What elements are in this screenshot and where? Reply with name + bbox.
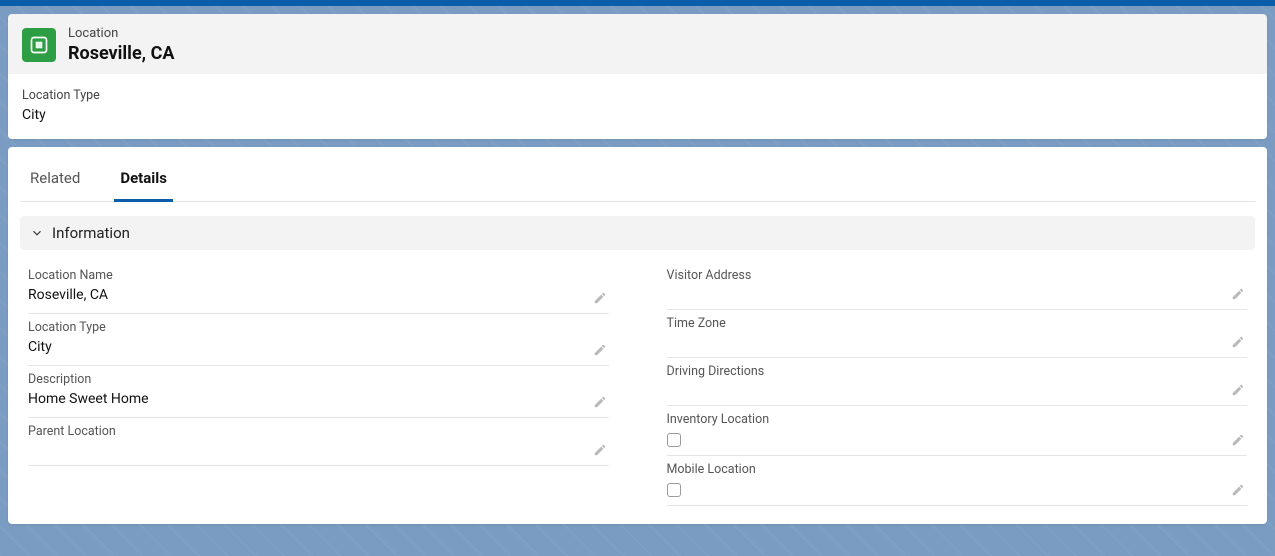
pencil-icon[interactable] (593, 395, 607, 409)
highlight-field-label: Location Type (22, 88, 1253, 103)
pencil-icon[interactable] (1231, 483, 1245, 497)
field-col-left: Location Name Roseville, CA Location Typ… (28, 262, 609, 506)
pencil-icon[interactable] (593, 343, 607, 357)
field-parent-location: Parent Location (28, 418, 609, 466)
field-label: Inventory Location (667, 412, 1248, 427)
tab-related[interactable]: Related (24, 161, 86, 202)
section-title: Information (52, 224, 130, 242)
field-value (667, 383, 1248, 397)
field-col-right: Visitor Address Time Zone Driving Direct… (667, 262, 1248, 506)
pencil-icon[interactable] (1231, 287, 1245, 301)
field-label: Description (28, 372, 609, 387)
inventory-location-checkbox[interactable] (667, 433, 681, 447)
field-value: Home Sweet Home (28, 391, 609, 409)
tab-bar: Related Details (20, 153, 1255, 202)
pencil-icon[interactable] (1231, 335, 1245, 349)
chevron-down-icon (30, 226, 44, 240)
field-value (667, 287, 1248, 301)
field-label: Parent Location (28, 424, 609, 439)
pencil-icon[interactable] (1231, 433, 1245, 447)
field-label: Driving Directions (667, 364, 1248, 379)
field-visitor-address: Visitor Address (667, 262, 1248, 310)
pencil-icon[interactable] (1231, 383, 1245, 397)
field-value: Roseville, CA (28, 287, 609, 305)
field-label: Location Type (28, 320, 609, 335)
record-name: Roseville, CA (68, 43, 174, 64)
pencil-icon[interactable] (593, 291, 607, 305)
record-header-card: Location Roseville, CA Location Type Cit… (8, 14, 1267, 139)
pencil-icon[interactable] (593, 443, 607, 457)
field-mobile-location: Mobile Location (667, 456, 1248, 506)
field-time-zone: Time Zone (667, 310, 1248, 358)
object-type-label: Location (68, 26, 174, 41)
field-value: City (28, 339, 609, 357)
field-inventory-location: Inventory Location (667, 406, 1248, 456)
field-location-name: Location Name Roseville, CA (28, 262, 609, 314)
location-object-icon (22, 28, 56, 62)
field-value (667, 335, 1248, 349)
field-label: Time Zone (667, 316, 1248, 331)
highlight-panel: Location Type City (8, 74, 1267, 139)
field-label: Location Name (28, 268, 609, 283)
field-location-type: Location Type City (28, 314, 609, 366)
record-header-top: Location Roseville, CA (22, 26, 1253, 64)
tab-details[interactable]: Details (114, 161, 173, 202)
mobile-location-checkbox[interactable] (667, 483, 681, 497)
field-value (28, 443, 609, 457)
section-header-information[interactable]: Information (20, 216, 1255, 250)
field-description: Description Home Sweet Home (28, 366, 609, 418)
detail-card: Related Details Information Location Nam… (8, 147, 1267, 524)
field-driving-directions: Driving Directions (667, 358, 1248, 406)
field-label: Mobile Location (667, 462, 1248, 477)
field-label: Visitor Address (667, 268, 1248, 283)
highlight-field-value: City (22, 107, 1253, 123)
